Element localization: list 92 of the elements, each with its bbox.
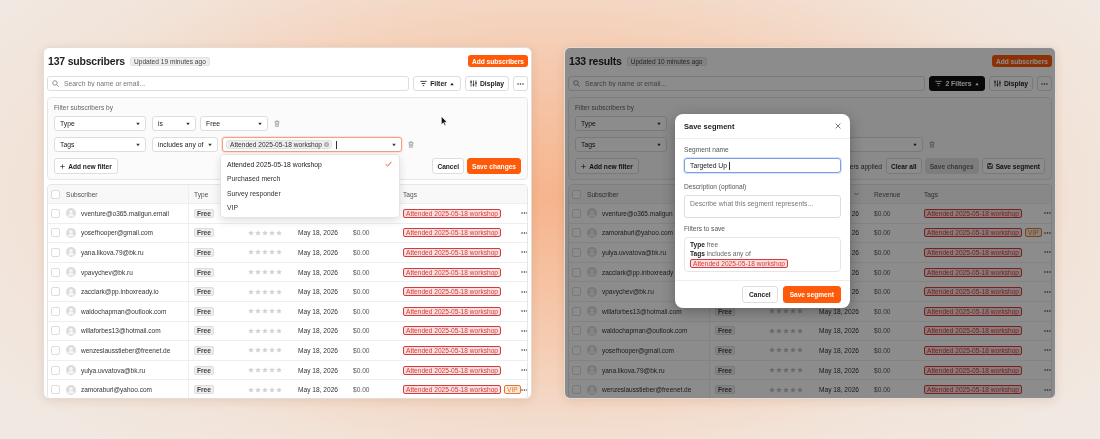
more-icon [1043, 349, 1051, 352]
page-title: 137 subscribers [48, 55, 125, 67]
row-menu-button[interactable] [521, 251, 527, 254]
page-title: 133 results [569, 55, 622, 67]
plus-icon [581, 163, 587, 169]
row-checkbox[interactable] [51, 306, 60, 316]
avatar-icon [66, 227, 76, 238]
caret-icon [974, 81, 979, 86]
avatar-icon [66, 306, 76, 317]
sliders-icon [993, 80, 1001, 87]
row-menu-button[interactable] [521, 290, 527, 293]
row-menu-button[interactable] [521, 212, 527, 215]
row-menu-button[interactable] [521, 349, 527, 352]
row-menu-button[interactable] [521, 329, 527, 332]
avatar-icon [66, 365, 76, 376]
avatar-icon [66, 384, 76, 395]
filter-icon [935, 80, 943, 87]
more-icon [521, 310, 527, 313]
trash-icon [929, 141, 935, 148]
more-icon [521, 388, 527, 391]
more-icon [521, 329, 527, 332]
row-menu-button[interactable] [1043, 369, 1051, 372]
more-icon [521, 231, 527, 234]
caret-icon [208, 142, 212, 147]
row-menu-button[interactable] [521, 310, 527, 313]
caret-icon [136, 142, 140, 147]
trash-icon [274, 120, 280, 127]
row-checkbox[interactable] [51, 248, 60, 257]
caret-icon [449, 81, 454, 86]
avatar-icon [66, 208, 76, 219]
row-menu-button[interactable] [1043, 231, 1051, 234]
avatar-icon [66, 267, 76, 278]
row-menu-button[interactable] [1043, 290, 1051, 293]
row-checkbox[interactable] [51, 287, 60, 297]
caret-icon [258, 121, 262, 126]
row-menu-button[interactable] [1043, 212, 1051, 215]
more-icon [1043, 369, 1051, 372]
caret-icon [186, 121, 190, 126]
close-icon [835, 123, 841, 129]
row-menu-button[interactable] [521, 271, 527, 274]
avatar-icon [66, 286, 76, 297]
search-icon [573, 80, 580, 87]
row-menu-button[interactable] [1043, 329, 1051, 332]
more-button[interactable] [513, 76, 528, 91]
avatar-icon [66, 247, 76, 258]
caret-icon [136, 121, 140, 126]
row-menu-button[interactable] [521, 388, 527, 391]
row-checkbox[interactable] [51, 345, 60, 355]
search-icon [52, 80, 59, 87]
more-icon [521, 349, 527, 352]
check-icon [385, 161, 392, 168]
more-icon [1043, 329, 1051, 332]
more-icon [1043, 212, 1051, 215]
remove-icon [324, 142, 329, 147]
row-menu-button[interactable] [521, 369, 527, 372]
row-menu-button[interactable] [521, 231, 527, 234]
row-checkbox[interactable] [51, 208, 60, 218]
avatar-icon [66, 345, 76, 356]
row-menu-button[interactable] [1043, 271, 1051, 274]
more-icon [521, 369, 527, 372]
row-checkbox[interactable] [51, 228, 60, 238]
cursor-icon [441, 116, 447, 126]
more-icon [1043, 271, 1051, 274]
more-icon [521, 212, 527, 215]
more-icon [521, 251, 527, 254]
plus-icon [60, 163, 66, 169]
row-menu-button[interactable] [1043, 388, 1051, 391]
more-icon [1043, 251, 1051, 254]
more-button[interactable] [1037, 76, 1052, 91]
caret-icon [392, 142, 396, 147]
row-checkbox[interactable] [51, 385, 60, 395]
more-icon [1043, 231, 1051, 234]
row-menu-button[interactable] [1043, 310, 1051, 313]
row-menu-button[interactable] [1043, 251, 1051, 254]
more-icon [1043, 310, 1051, 313]
avatar-icon [66, 325, 76, 336]
more-icon [521, 290, 527, 293]
more-icon [1041, 82, 1048, 85]
more-icon [1043, 290, 1051, 293]
close-button[interactable] [835, 123, 841, 129]
select-all-checkbox[interactable] [51, 189, 60, 199]
floppy-icon [986, 163, 993, 169]
more-icon [521, 271, 527, 274]
row-menu-button[interactable] [1043, 349, 1051, 352]
row-checkbox[interactable] [51, 326, 60, 336]
filter-icon [420, 80, 428, 87]
trash-icon [408, 141, 414, 148]
more-icon [517, 82, 524, 85]
more-icon [1043, 388, 1051, 391]
row-checkbox[interactable] [51, 267, 60, 277]
sliders-icon [469, 80, 477, 87]
row-checkbox[interactable] [51, 365, 60, 375]
